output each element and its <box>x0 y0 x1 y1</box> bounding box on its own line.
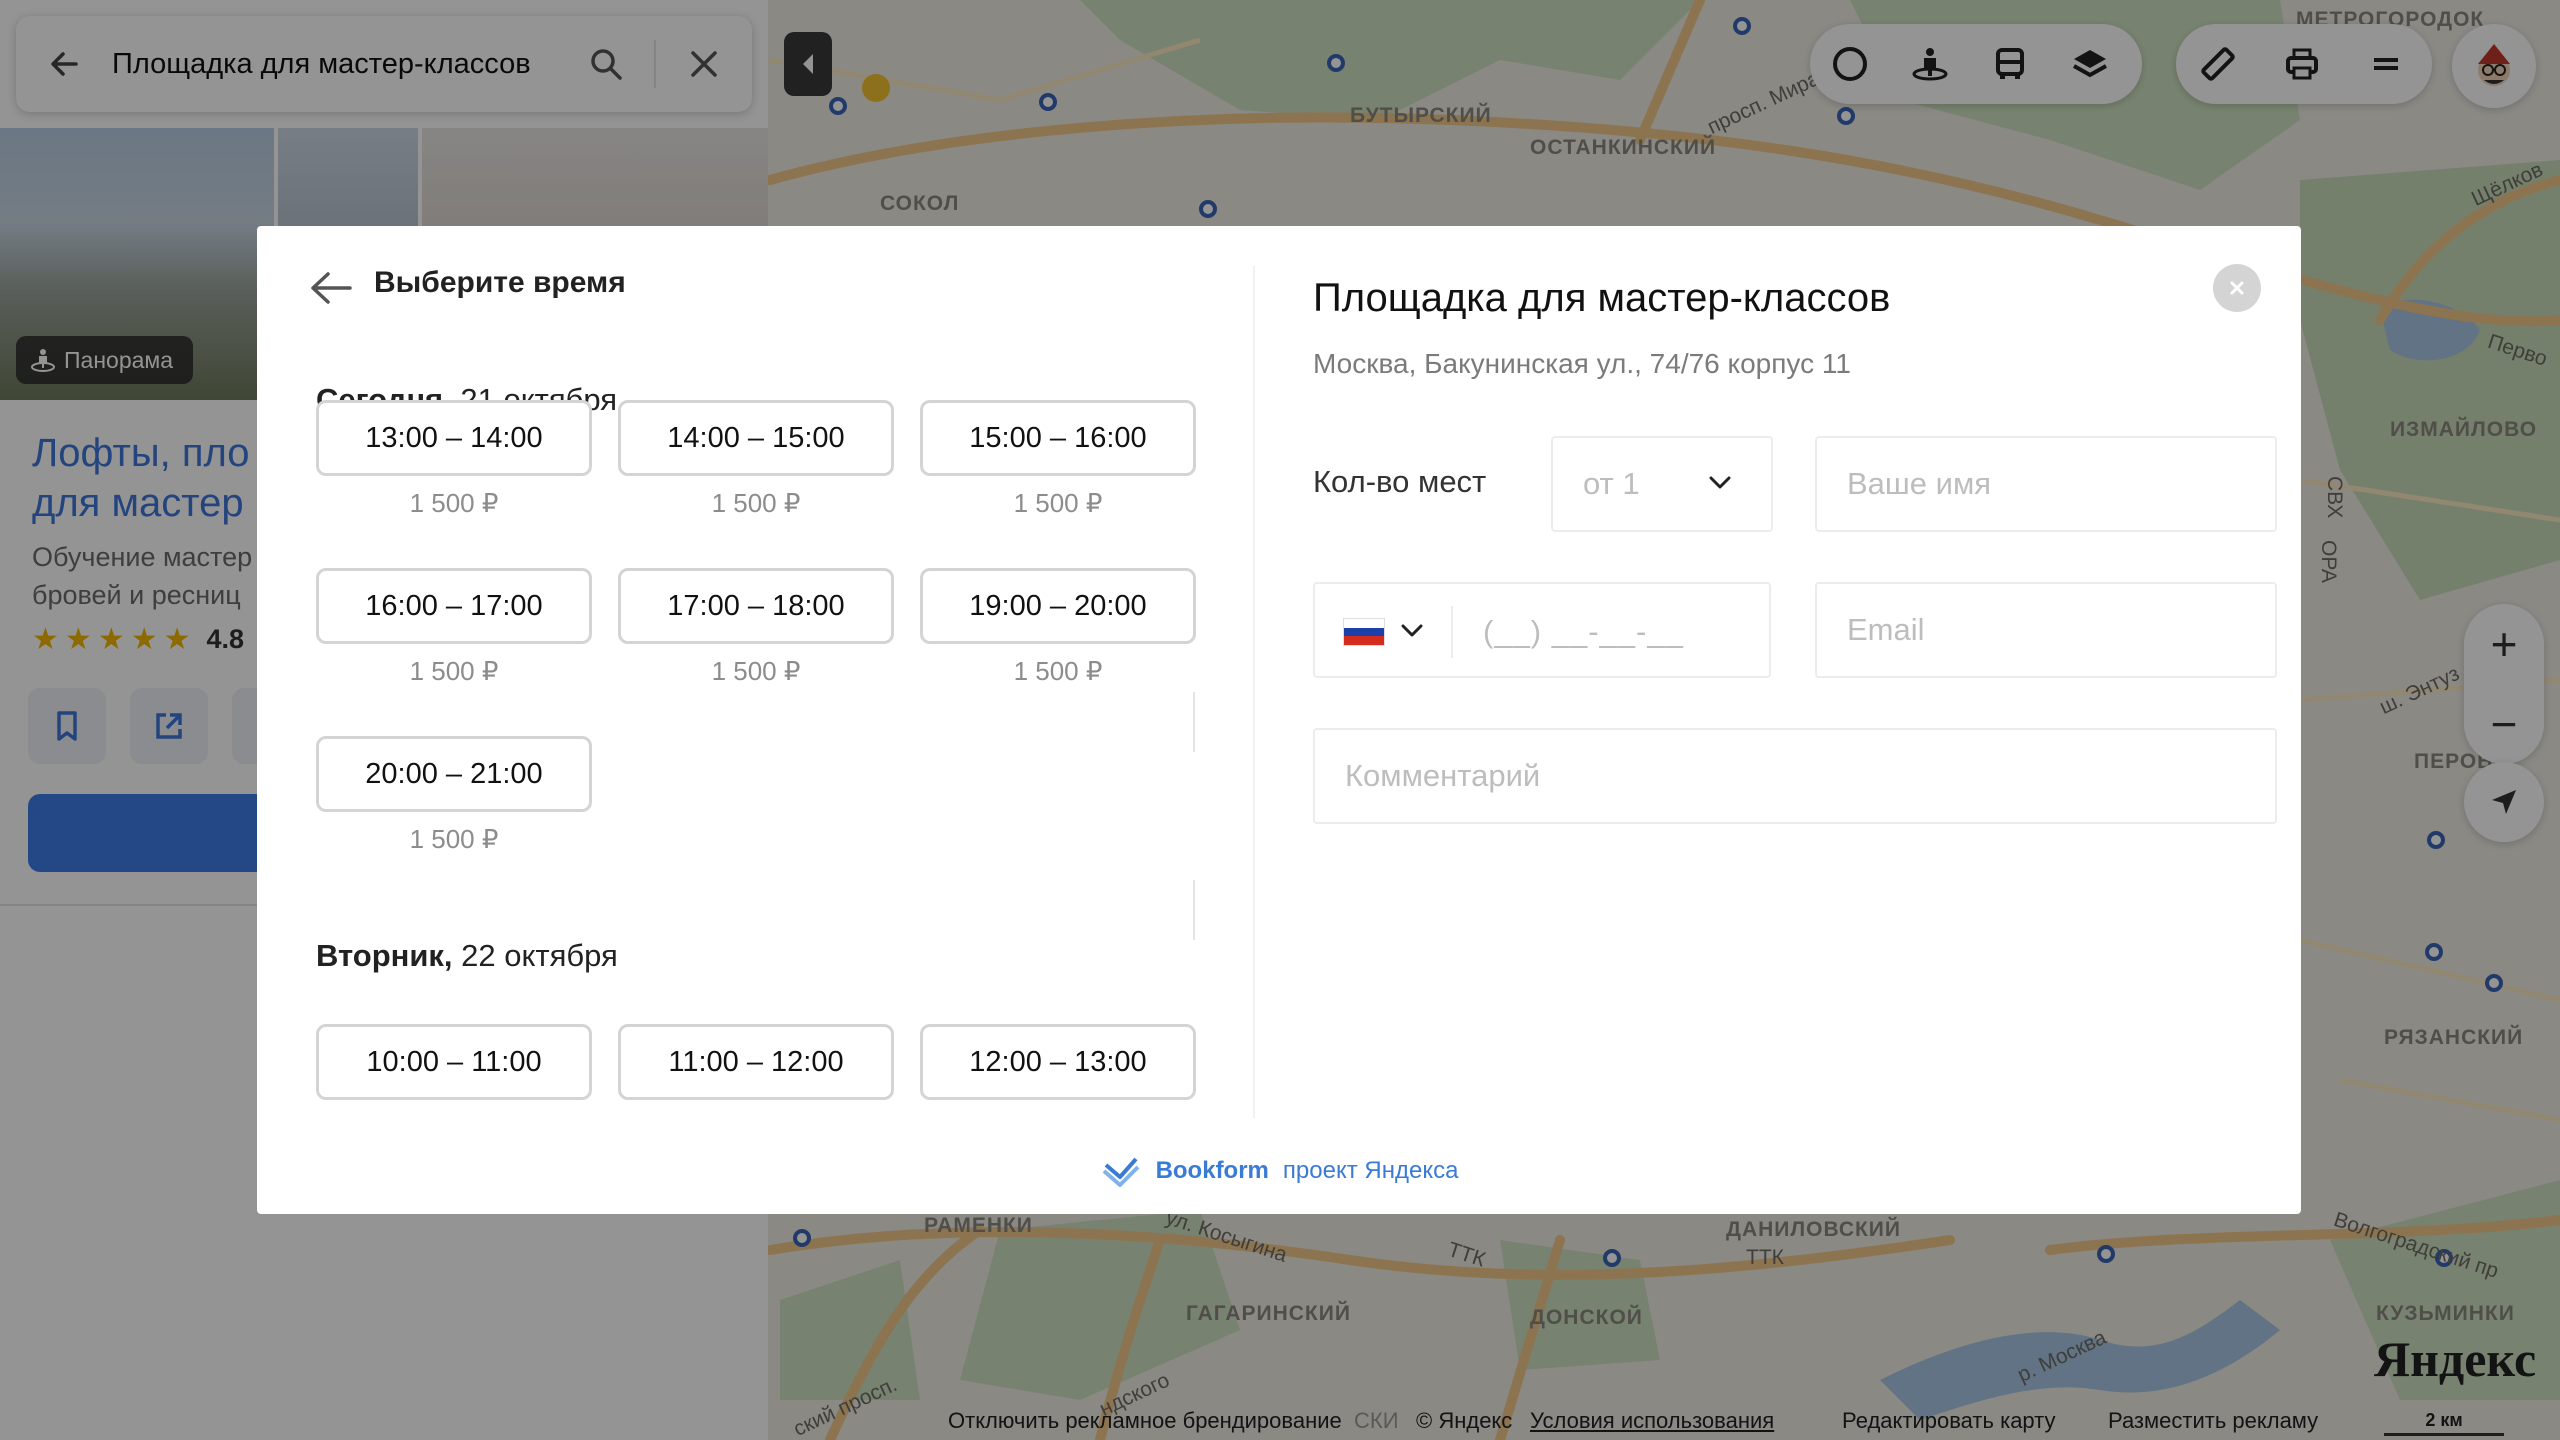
slots-list[interactable]: Сегодня, 21 октября 13:00 – 14:00 1 500 … <box>257 334 1255 1128</box>
modal-footer: Bookform проект Яндекса <box>257 1128 2301 1214</box>
scrollbar[interactable] <box>1193 692 1195 752</box>
chevron-down-icon <box>1709 476 1731 489</box>
slot-price: 1 500 ₽ <box>409 488 499 518</box>
chevron-down-icon[interactable] <box>1401 624 1423 638</box>
slot-price: 1 500 ₽ <box>409 824 499 854</box>
close-icon <box>2230 281 2244 295</box>
time-slot[interactable]: 10:00 – 11:00 <box>316 1024 592 1100</box>
slot-price: 1 500 ₽ <box>409 656 499 686</box>
slot-price: 1 500 ₽ <box>711 656 801 686</box>
slot-price: 1 500 ₽ <box>711 488 801 518</box>
booking-modal: Выберите время Сегодня, 21 октября 13:00… <box>257 226 2301 1214</box>
time-slot[interactable]: 12:00 – 13:00 <box>920 1024 1196 1100</box>
venue-address: Москва, Бакунинская ул., 74/76 корпус 11 <box>1313 348 1851 379</box>
bookform-logo-icon <box>1102 1157 1139 1187</box>
yandex-project-text: проект Яндекса <box>1282 1157 1459 1184</box>
day-date: 22 октября <box>461 938 618 973</box>
slot-price: 1 500 ₽ <box>1013 656 1103 686</box>
time-picker-title: Выберите время <box>374 266 626 299</box>
modal-close-button[interactable] <box>2213 264 2261 312</box>
modal-back-button[interactable] <box>307 264 355 312</box>
time-picker: Выберите время Сегодня, 21 октября 13:00… <box>257 226 1255 1128</box>
phone-separator <box>1451 606 1453 658</box>
scrollbar[interactable] <box>1193 880 1195 940</box>
slot-price: 1 500 ₽ <box>1013 488 1103 518</box>
time-slot[interactable]: 13:00 – 14:00 <box>316 400 592 476</box>
time-slot[interactable]: 16:00 – 17:00 <box>316 568 592 644</box>
russia-flag-icon[interactable] <box>1343 618 1385 646</box>
booking-form: Площадка для мастер-классов Москва, Баку… <box>1255 226 2301 1128</box>
day-weekday: Вторник, <box>316 938 453 973</box>
email-field[interactable]: Email <box>1815 582 2277 678</box>
time-slot[interactable]: 20:00 – 21:00 <box>316 736 592 812</box>
day-heading: Вторник, 22 октября <box>316 938 618 974</box>
seats-label: Кол-во мест <box>1313 464 1487 499</box>
bookform-brand-link[interactable]: Bookform <box>1156 1157 1269 1185</box>
venue-title: Площадка для мастер-классов <box>1313 276 1891 320</box>
comment-field[interactable]: Комментарий <box>1313 728 2277 824</box>
time-slot[interactable]: 14:00 – 15:00 <box>618 400 894 476</box>
seats-select[interactable]: от 1 <box>1551 436 1773 532</box>
time-slot[interactable]: 11:00 – 12:00 <box>618 1024 894 1100</box>
phone-field[interactable]: (__) __-__-__ <box>1313 582 1771 678</box>
time-slot[interactable]: 17:00 – 18:00 <box>618 568 894 644</box>
time-slot[interactable]: 19:00 – 20:00 <box>920 568 1196 644</box>
time-slot[interactable]: 15:00 – 16:00 <box>920 400 1196 476</box>
arrow-left-icon <box>311 272 352 304</box>
name-field[interactable]: Ваше имя <box>1815 436 2277 532</box>
phone-input[interactable]: (__) __-__-__ <box>1483 614 1684 650</box>
seats-select-value: от 1 <box>1583 466 1640 501</box>
